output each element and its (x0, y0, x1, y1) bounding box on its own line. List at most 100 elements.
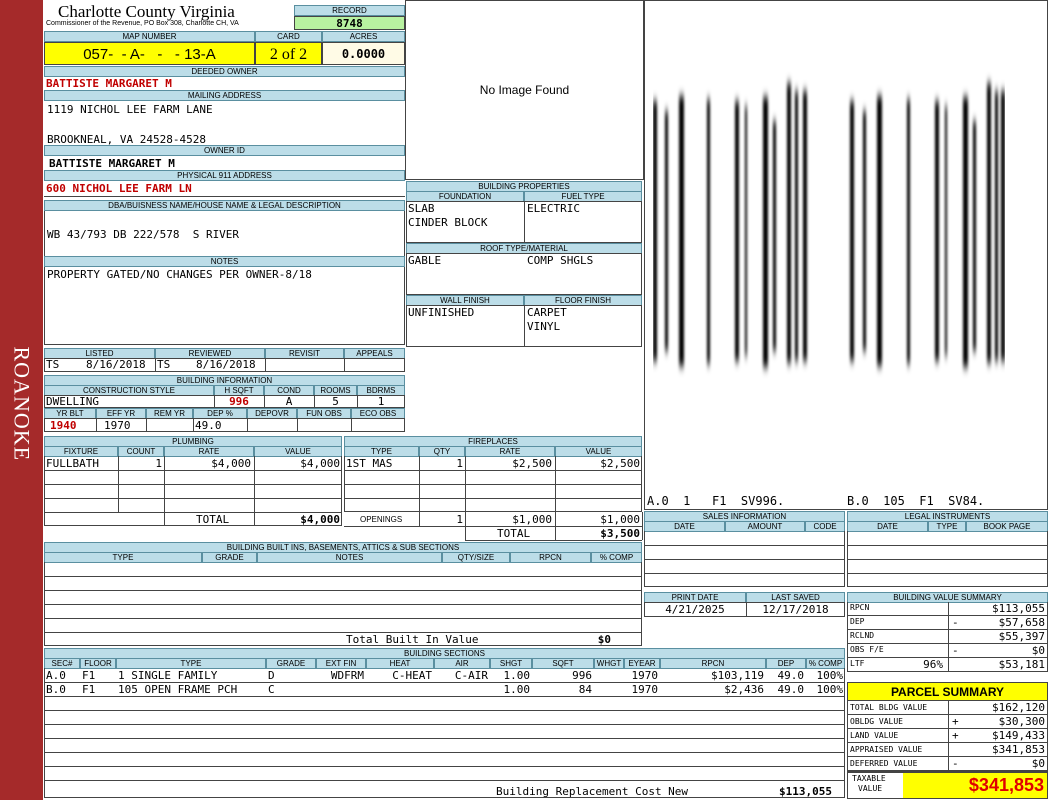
record-label: RECORD (294, 5, 405, 16)
fp-openings-qty: 1 (456, 513, 463, 526)
notes-label: NOTES (44, 256, 405, 267)
vs-label: RCLND (850, 631, 875, 640)
sketch-stroke (907, 99, 910, 364)
sketch-stroke (653, 101, 657, 361)
deeded-owner-label: DEEDED OWNER (44, 66, 405, 77)
bi-effyr: 1970 (104, 419, 131, 432)
county-subtitle: Commissioner of the Revenue, PO Box 308,… (46, 20, 239, 27)
vs-value: $53,181 (998, 658, 1045, 671)
parcel-summary-label: PARCEL SUMMARY (847, 682, 1048, 701)
physical-address-value: 600 NICHOL LEE FARM LN (46, 182, 192, 195)
vs-label: OBS F/E (850, 645, 884, 654)
sketch-stroke (773, 121, 776, 351)
plumb-rate: $4,000 (211, 457, 251, 470)
bs-sqft: 996 (572, 669, 592, 682)
floor-2: VINYL (527, 320, 561, 333)
built-ins-total: $0 (597, 633, 611, 646)
fp-rate: $2,500 (512, 457, 552, 470)
notes-box (44, 267, 405, 345)
ps-value: $0 (1031, 757, 1045, 770)
bs-heat: C-HEAT (392, 669, 432, 682)
bi-bdrms: 1 (377, 395, 385, 408)
sketch-caption-a: A.0 1 F1 SV996. (647, 494, 785, 508)
value-summary-table: RPCN $113,055 DEP - $57,658 RCLND $55,397 OBS F… (847, 602, 1048, 672)
bs-ext: WDFRM (330, 669, 364, 682)
vs-value: $113,055 (992, 602, 1045, 615)
taxable-label-2: VALUE (858, 784, 883, 793)
vs-pct: 96% (923, 658, 943, 671)
sketch-stroke (735, 101, 739, 361)
bs-sec: A.0 (46, 669, 66, 682)
plumb-total: $4,000 (300, 513, 340, 526)
fp-value: $2,500 (600, 457, 640, 470)
bi-cond: A (285, 395, 293, 408)
fp-openings-label: OPENINGS (360, 515, 403, 524)
vs-value: $0 (1031, 644, 1045, 657)
listed-by: TS (46, 358, 60, 371)
sketch-stroke (995, 91, 998, 361)
plumb-value: $4,000 (300, 457, 340, 470)
fp-total: $3,500 (600, 527, 640, 540)
sketch-stroke (679, 96, 684, 366)
card-value: 2 of 2 (255, 42, 322, 65)
sketch-stroke (973, 121, 976, 351)
bi-yrblt: 1940 (50, 419, 77, 432)
bs-sqft: 84 (578, 683, 592, 696)
map-number-label: MAP NUMBER (44, 31, 255, 42)
value-summary-row: DEP - $57,658 (848, 616, 1047, 630)
value-summary-row: RCLND $55,397 (848, 630, 1047, 644)
ps-label: DEFERRED VALUE (850, 759, 918, 768)
bs-dep: 49.0 (777, 669, 805, 682)
county-title: Charlotte County Virginia (58, 2, 235, 21)
built-ins-total-label: Total Built In Value (346, 633, 479, 646)
fp-type: 1ST MAS (346, 457, 393, 470)
vs-label: DEP (850, 617, 865, 626)
bs-shgt: 1.00 (503, 669, 531, 682)
bs-dep: 49.0 (777, 683, 805, 696)
district-label: ROANOKE (9, 346, 35, 462)
acres-label: ACRES (322, 31, 405, 42)
bs-eyear: 1970 (631, 669, 659, 682)
acres-value: 0.0000 (322, 42, 405, 65)
bs-type: 1 SINGLE FAMILY (118, 669, 218, 682)
ps-label: TOTAL BLDG VALUE (850, 703, 928, 712)
legal-desc-label: DBA/BUISNESS NAME/HOUSE NAME & LEGAL DES… (44, 200, 405, 211)
sketch-stroke (963, 97, 968, 367)
mailing-address-label: MAILING ADDRESS (44, 90, 405, 101)
property-image: No Image Found (405, 0, 644, 180)
replacement-value: $113,055 (779, 785, 832, 798)
parcel-summary-row: APPRAISED VALUE $341,853 (848, 743, 1047, 757)
bs-grade: D (268, 669, 275, 682)
map-number-value: 057- - A- - - 13-A (44, 42, 255, 65)
sketch-stroke (1001, 91, 1005, 361)
owner-id-value: BATTISTE MARGARET M (49, 157, 175, 170)
value-summary-row: RPCN $113,055 (848, 602, 1047, 616)
mailing-line1: 1119 NICHOL LEE FARM LANE (47, 103, 213, 116)
plumb-count: 1 (155, 457, 162, 470)
sketch-stroke (763, 97, 768, 367)
bs-floor: F1 (82, 669, 96, 682)
reviewed-date: 8/16/2018 (196, 358, 256, 371)
sketch-drawing (653, 83, 1005, 367)
bs-rpcn: $2,436 (724, 683, 764, 696)
sketch-stroke (665, 111, 668, 351)
ps-label: LAND VALUE (850, 731, 899, 740)
vs-label: RPCN (850, 603, 870, 612)
ps-label: OBLDG VALUE (850, 717, 903, 726)
bs-rpcn: $103,119 (711, 669, 764, 682)
wall-value: UNFINISHED (408, 306, 475, 319)
parcel-summary-row: TOTAL BLDG VALUE $162,120 (848, 701, 1047, 715)
bs-air: C-AIR (454, 669, 488, 682)
sketch-caption-b: B.0 105 F1 SV84. (847, 494, 985, 508)
fp-qty: 1 (456, 457, 463, 470)
roof-material: COMP SHGLS (527, 254, 594, 267)
district-sidebar: ROANOKE (0, 0, 43, 800)
bs-sec: B.0 (46, 683, 66, 696)
ps-label: APPRAISED VALUE (850, 745, 923, 754)
vs-value: $55,397 (998, 630, 1045, 643)
sketch-stroke (803, 91, 807, 361)
plumb-total-label: TOTAL (196, 513, 230, 526)
listed-date: 8/16/2018 (86, 358, 146, 371)
sketch-stroke (935, 101, 939, 361)
bi-rooms: 5 (332, 395, 339, 408)
